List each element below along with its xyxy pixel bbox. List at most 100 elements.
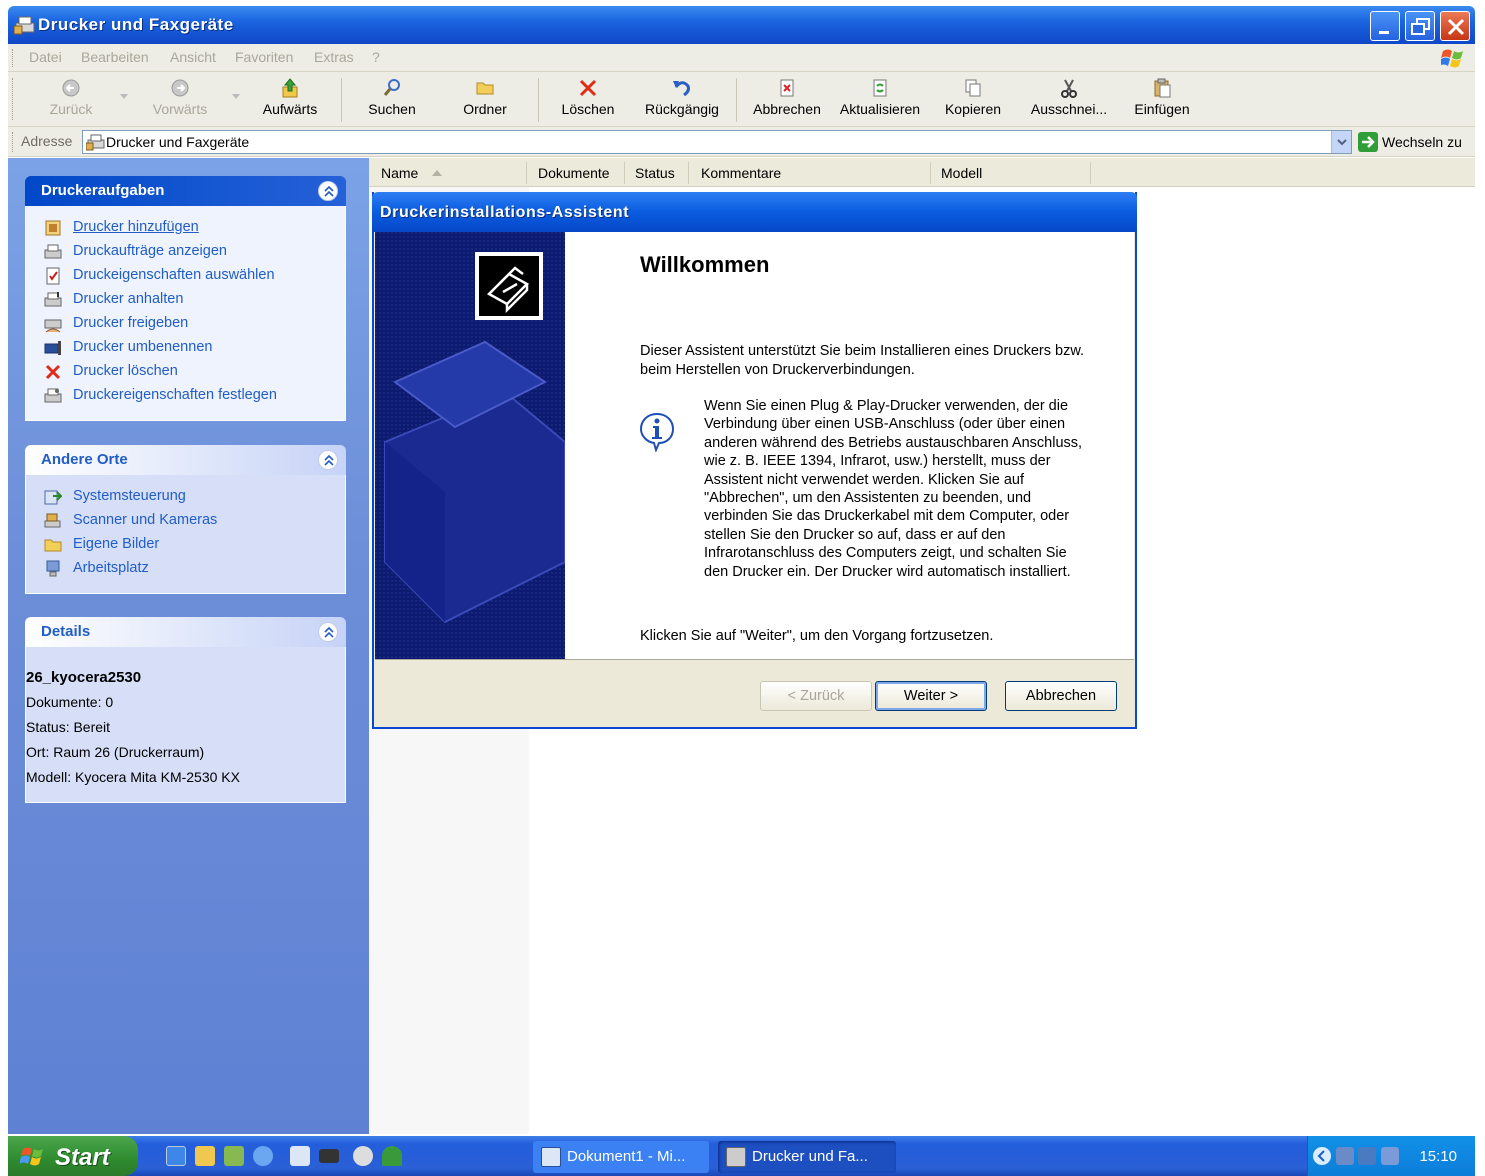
quicklaunch-ie-icon[interactable] (166, 1146, 186, 1166)
up-button[interactable]: Aufwärts (258, 76, 322, 122)
start-button[interactable]: Start (8, 1136, 138, 1176)
detail-status: Status: Bereit (26, 719, 111, 735)
task-pause-printer[interactable]: Drucker anhalten (26, 288, 345, 312)
address-dropdown-button[interactable] (1331, 131, 1351, 153)
other-places-header[interactable]: Andere Orte (25, 445, 346, 475)
wizard-title: Druckerinstallations-Assistent (380, 204, 630, 221)
quicklaunch-browser-icon[interactable] (253, 1146, 273, 1166)
task-rename-printer[interactable]: Drucker umbenennen (26, 336, 345, 360)
forward-button[interactable]: Vorwärts (148, 76, 212, 122)
search-button[interactable]: Suchen (364, 76, 420, 122)
go-button[interactable]: Wechseln zu (1358, 132, 1462, 152)
word-document-icon (541, 1147, 561, 1167)
delete-button[interactable]: Löschen (558, 76, 618, 122)
details-header[interactable]: Details (25, 617, 346, 647)
column-status[interactable]: Status (635, 165, 675, 181)
go-arrow-icon (1358, 132, 1378, 152)
forward-dropdown-icon[interactable] (232, 94, 240, 100)
place-control-panel[interactable]: Systemsteuerung (26, 485, 345, 509)
task-share-printer[interactable]: Drucker freigeben (26, 312, 345, 336)
cancel-print-button[interactable]: Abbrechen (750, 76, 824, 122)
printer-rename-icon (44, 341, 61, 355)
detail-model: Modell: Kyocera Mita KM-2530 KX (26, 769, 240, 785)
delete-x-icon (45, 364, 61, 380)
wizard-next-button[interactable]: Weiter > (875, 681, 987, 711)
cancel-document-icon (780, 79, 794, 97)
column-comments[interactable]: Kommentare (701, 165, 781, 181)
toolbar-separator (538, 78, 539, 122)
menu-help[interactable]: ? (372, 49, 380, 65)
menu-favoriten[interactable]: Favoriten (235, 49, 293, 65)
folders-button[interactable]: Ordner (458, 76, 512, 122)
menu-ansicht[interactable]: Ansicht (170, 49, 216, 65)
collapse-chevron-icon[interactable] (318, 622, 338, 642)
address-input[interactable]: Drucker und Faxgeräte (82, 130, 1352, 154)
printer-tasks-header[interactable]: Druckeraufgaben (25, 176, 346, 206)
details-panel: Details 26_kyocera2530 Dokumente: 0 Stat… (25, 617, 346, 803)
task-printer-properties[interactable]: Druckereigenschaften festlegen (26, 384, 345, 408)
delete-x-icon (579, 79, 597, 97)
quicklaunch-media-icon[interactable] (353, 1146, 373, 1166)
refresh-document-icon (873, 79, 887, 97)
tray-clock: 15:10 (1419, 1148, 1457, 1165)
printer-fax-icon (726, 1147, 746, 1167)
quicklaunch-console-icon[interactable] (319, 1149, 339, 1163)
task-show-print-jobs[interactable]: Druckaufträge anzeigen (26, 240, 345, 264)
close-button[interactable] (1440, 11, 1470, 41)
menu-bearbeiten[interactable]: Bearbeiten (81, 49, 149, 65)
place-scanners-cameras[interactable]: Scanner und Kameras (26, 509, 345, 533)
collapse-chevron-icon[interactable] (318, 181, 338, 201)
undo-button[interactable]: Rückgängig (642, 76, 722, 122)
menu-bar: Datei Bearbeiten Ansicht Favoriten Extra… (8, 44, 1475, 72)
column-model[interactable]: Modell (941, 165, 982, 181)
forward-arrow-icon (171, 79, 189, 97)
folder-icon (44, 539, 62, 552)
collapse-chevron-icon[interactable] (318, 450, 338, 470)
copy-button[interactable]: Kopieren (940, 76, 1006, 122)
undo-icon (673, 81, 690, 97)
detail-location: Ort: Raum 26 (Druckerraum) (26, 744, 205, 760)
window-title: Drucker und Faxgeräte (38, 15, 234, 34)
column-divider (624, 162, 625, 184)
tray-network-icon[interactable] (1336, 1147, 1354, 1165)
add-printer-wizard-dialog: Druckerinstallations-Assistent Willkomme… (372, 192, 1137, 729)
back-dropdown-icon[interactable] (120, 94, 128, 100)
wizard-button-separator (375, 659, 1134, 660)
tray-status-icon[interactable] (1381, 1147, 1399, 1165)
detail-printer-name: 26_kyocera2530 (26, 669, 142, 686)
column-divider (526, 162, 527, 184)
wizard-info-text: Wenn Sie einen Plug & Play-Drucker verwe… (704, 398, 1083, 580)
column-documents[interactable]: Dokumente (538, 165, 610, 181)
restore-button[interactable] (1405, 11, 1435, 41)
tray-expand-icon[interactable] (1312, 1146, 1332, 1166)
column-name[interactable]: Name (381, 165, 418, 181)
paste-button[interactable]: Einfügen (1130, 76, 1194, 122)
column-divider (930, 162, 931, 184)
quicklaunch-document-icon[interactable] (290, 1146, 310, 1166)
task-word-document[interactable]: Dokument1 - Mi... (533, 1141, 709, 1173)
quicklaunch-network-icon[interactable] (224, 1146, 244, 1166)
place-my-computer[interactable]: Arbeitsplatz (26, 557, 345, 581)
minimize-button[interactable] (1370, 11, 1400, 41)
wizard-continue-text: Klicken Sie auf "Weiter", um den Vorgang… (640, 628, 994, 644)
cut-button[interactable]: Ausschnei... (1024, 76, 1114, 122)
back-button[interactable]: Zurück (46, 76, 96, 122)
menu-datei[interactable]: Datei (29, 49, 62, 65)
menu-extras[interactable]: Extras (314, 49, 354, 65)
toolbar-grip (12, 78, 14, 120)
task-printers-faxes[interactable]: Drucker und Fa... (718, 1141, 896, 1173)
wizard-cancel-button[interactable]: Abbrechen (1005, 681, 1117, 711)
tray-computer-icon[interactable] (1358, 1147, 1376, 1165)
control-panel-icon (44, 490, 62, 505)
sort-ascending-icon (432, 170, 442, 176)
printer-watermark-icon (375, 232, 565, 659)
place-my-pictures[interactable]: Eigene Bilder (26, 533, 345, 557)
quicklaunch-tree-icon[interactable] (382, 1146, 402, 1166)
task-delete-printer[interactable]: Drucker löschen (26, 360, 345, 384)
wizard-back-button[interactable]: < Zurück (760, 681, 872, 711)
task-print-preferences[interactable]: Druckeigenschaften auswählen (26, 264, 345, 288)
paste-clipboard-icon (1154, 78, 1171, 98)
task-add-printer[interactable]: Drucker hinzufügen (26, 216, 345, 240)
refresh-button[interactable]: Aktualisieren (836, 76, 924, 122)
quicklaunch-explorer-icon[interactable] (195, 1146, 215, 1166)
